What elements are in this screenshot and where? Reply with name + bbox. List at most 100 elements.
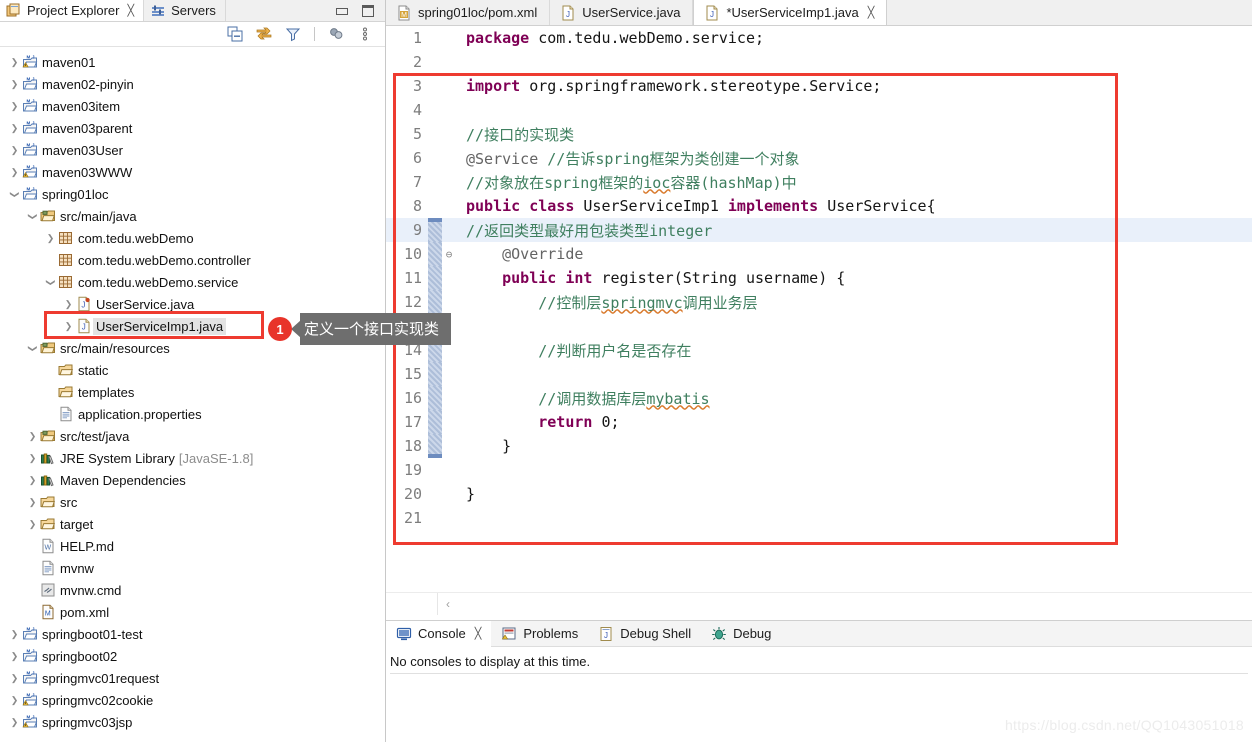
filter-icon[interactable] [285, 26, 301, 42]
chevron-right-icon[interactable]: ❯ [62, 321, 75, 331]
tree-item-maven02-pinyin[interactable]: ❯ M Jmaven02-pinyin [0, 73, 385, 95]
tree-item-application-properties[interactable]: application.properties [0, 403, 385, 425]
tree-item-help-md[interactable]: W HELP.md [0, 535, 385, 557]
tab-servers[interactable]: Servers [144, 0, 226, 21]
tree-item-src-test-java[interactable]: ❯ src/test/java [0, 425, 385, 447]
chevron-right-icon[interactable]: ❯ [8, 673, 21, 683]
tree-item-src[interactable]: ❯ src [0, 491, 385, 513]
tree-item-jre-system-library[interactable]: ❯ JRE System Library [JavaSE-1.8] [0, 447, 385, 469]
view-menu-icon[interactable] [328, 26, 344, 42]
tab-problems[interactable]: Problems [491, 621, 588, 647]
scroll-left-arrow-icon[interactable]: ‹ [446, 597, 450, 611]
tree-item-springmvc03jsp[interactable]: ❯ M Jspringmvc03jsp [0, 711, 385, 733]
tab-debug-shell[interactable]: J Debug Shell [588, 621, 701, 647]
chevron-right-icon[interactable]: ❯ [8, 167, 21, 177]
chevron-down-icon[interactable]: ❯ [28, 210, 38, 223]
code-line[interactable]: 9 //返回类型最好用包装类型integer [386, 218, 1252, 242]
tree-item-spring01loc[interactable]: ❯ M Jspring01loc [0, 183, 385, 205]
chevron-down-icon[interactable]: ❯ [46, 276, 56, 289]
tree-item-maven03www[interactable]: ❯ M Jmaven03WWW [0, 161, 385, 183]
editor-horizontal-scrollbar[interactable]: ‹ [386, 592, 1252, 615]
code-line[interactable]: 6 @Service //告诉spring框架为类创建一个对象 [386, 146, 1252, 170]
editor-tab-userservice[interactable]: J UserService.java [550, 0, 694, 25]
tree-item-src-main-java[interactable]: ❯ src/main/java [0, 205, 385, 227]
code-line[interactable]: 14 //判断用户名是否存在 [386, 338, 1252, 362]
project-tree[interactable]: ❯ M Jmaven01 ❯ M Jmaven02-pinyin ❯ M Jmaven03ite… [0, 48, 385, 742]
code-line[interactable]: 1 package com.tedu.webDemo.service; [386, 26, 1252, 50]
chevron-right-icon[interactable]: ❯ [26, 497, 39, 507]
code-line[interactable]: 3 import org.springframework.stereotype.S… [386, 74, 1252, 98]
code-editor[interactable]: 1 package com.tedu.webDemo.service; 2 3 impo… [386, 26, 1252, 598]
code-line[interactable]: 8 public class UserServiceImp1 implements… [386, 194, 1252, 218]
chevron-right-icon[interactable]: ❯ [8, 695, 21, 705]
chevron-right-icon[interactable]: ❯ [26, 519, 39, 529]
tree-item-target[interactable]: ❯ target [0, 513, 385, 535]
code-line[interactable]: 16 //调用数据库层mybatis [386, 386, 1252, 410]
chevron-right-icon[interactable]: ❯ [8, 57, 21, 67]
close-icon[interactable]: ╳ [127, 4, 134, 17]
tree-item-label: pom.xml [60, 604, 110, 620]
chevron-down-icon[interactable]: ❯ [10, 188, 20, 201]
overflow-menu-icon[interactable] [357, 26, 373, 42]
chevron-right-icon[interactable]: ❯ [8, 79, 21, 89]
code-line[interactable]: 17 return 0; [386, 410, 1252, 434]
code-line[interactable]: 7 //对象放在spring框架的ioc容器(hashMap)中 [386, 170, 1252, 194]
code-line[interactable]: 5 //接口的实现类 [386, 122, 1252, 146]
chevron-right-icon[interactable]: ❯ [26, 475, 39, 485]
tree-item-userservice-java[interactable]: ❯ J UserService.java [0, 293, 385, 315]
annotation-ruler [428, 74, 442, 98]
code-line[interactable]: 11 public int register(String username) … [386, 266, 1252, 290]
tree-item-pom-xml[interactable]: Mpom.xml [0, 601, 385, 623]
tree-item-com-tedu-webdemo-controller[interactable]: com.tedu.webDemo.controller [0, 249, 385, 271]
code-line[interactable]: 10 ⊖ @Override [386, 242, 1252, 266]
tree-item-springboot01-test[interactable]: ❯ M Jspringboot01-test [0, 623, 385, 645]
code-line[interactable]: 4 [386, 98, 1252, 122]
chevron-down-icon[interactable]: ❯ [28, 342, 38, 355]
code-line[interactable]: 12 //控制层springmvc调用业务层 [386, 290, 1252, 314]
fold-collapse-icon[interactable]: ⊖ [442, 249, 456, 260]
tab-console[interactable]: Console ╳ [386, 620, 492, 647]
tree-item-com-tedu-webdemo[interactable]: ❯ com.tedu.webDemo [0, 227, 385, 249]
chevron-right-icon[interactable]: ❯ [8, 629, 21, 639]
code-line[interactable]: 13 [386, 314, 1252, 338]
collapse-all-icon[interactable] [227, 26, 243, 42]
code-line[interactable]: 20} [386, 482, 1252, 506]
tree-item-mvnw[interactable]: mvnw [0, 557, 385, 579]
maximize-button[interactable] [361, 5, 375, 17]
tab-project-explorer[interactable]: Project Explorer ╳ [0, 0, 145, 21]
tree-item-maven03user[interactable]: ❯ M Jmaven03User [0, 139, 385, 161]
chevron-right-icon[interactable]: ❯ [8, 717, 21, 727]
chevron-right-icon[interactable]: ❯ [26, 453, 39, 463]
chevron-right-icon[interactable]: ❯ [8, 123, 21, 133]
tree-item-static[interactable]: static [0, 359, 385, 381]
editor-tab-pom[interactable]: M spring01loc/pom.xml [386, 0, 551, 25]
code-line[interactable]: 21 [386, 506, 1252, 530]
minimize-button[interactable] [335, 5, 349, 17]
tree-item-templates[interactable]: templates [0, 381, 385, 403]
chevron-right-icon[interactable]: ❯ [62, 299, 75, 309]
code-line[interactable]: 19 [386, 458, 1252, 482]
chevron-right-icon[interactable]: ❯ [8, 651, 21, 661]
tree-item-springmvc01request[interactable]: ❯ M Jspringmvc01request [0, 667, 385, 689]
code-line[interactable]: 15 [386, 362, 1252, 386]
code-line[interactable]: 18 } [386, 434, 1252, 458]
close-icon[interactable]: ╳ [475, 627, 482, 640]
tree-item-maven03parent[interactable]: ❯ M Jmaven03parent [0, 117, 385, 139]
editor-tab-userserviceimp1[interactable]: J *UserServiceImp1.java ╳ [693, 0, 888, 25]
chevron-right-icon[interactable]: ❯ [8, 101, 21, 111]
tree-item-maven01[interactable]: ❯ M Jmaven01 [0, 51, 385, 73]
link-with-editor-icon[interactable] [256, 26, 272, 42]
tree-item-maven-dependencies[interactable]: ❯ Maven Dependencies [0, 469, 385, 491]
tree-item-springmvc02cookie[interactable]: ❯ M Jspringmvc02cookie [0, 689, 385, 711]
tree-item-springboot02[interactable]: ❯ M Jspringboot02 [0, 645, 385, 667]
tab-debug[interactable]: Debug [701, 621, 781, 647]
tree-item-com-tedu-webdemo-service[interactable]: ❯ com.tedu.webDemo.service [0, 271, 385, 293]
chevron-right-icon[interactable]: ❯ [26, 431, 39, 441]
chevron-right-icon[interactable]: ❯ [44, 233, 57, 243]
close-icon[interactable]: ╳ [868, 6, 875, 19]
svg-text:M: M [44, 611, 50, 618]
code-line[interactable]: 2 [386, 50, 1252, 74]
chevron-right-icon[interactable]: ❯ [8, 145, 21, 155]
tree-item-maven03item[interactable]: ❯ M Jmaven03item [0, 95, 385, 117]
tree-item-mvnw-cmd[interactable]: mvnw.cmd [0, 579, 385, 601]
